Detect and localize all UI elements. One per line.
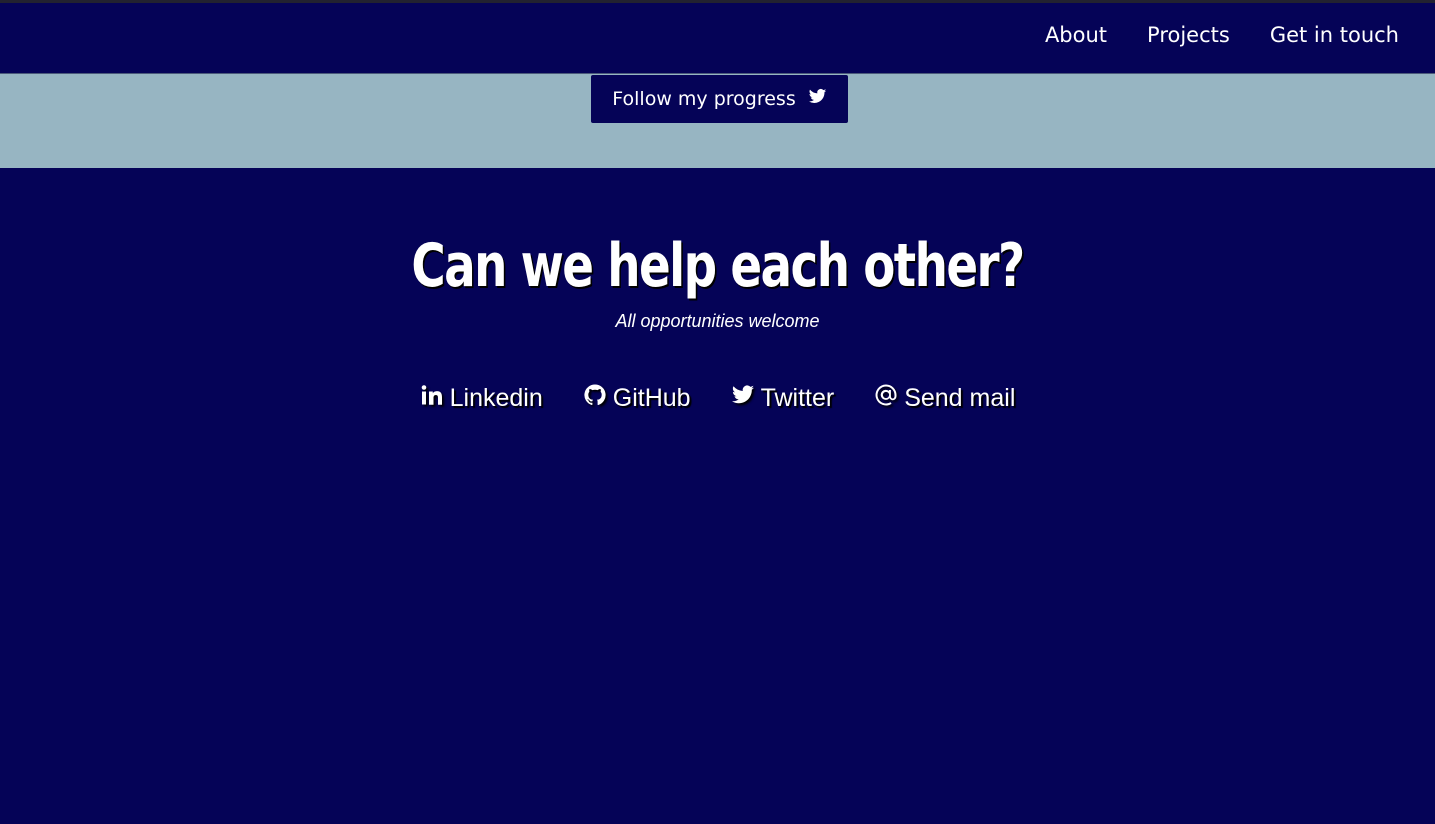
follow-progress-label: Follow my progress <box>612 88 796 110</box>
linkedin-icon <box>420 383 444 414</box>
social-links: Linkedin GitHub Twitter Send mail <box>0 383 1435 414</box>
github-link[interactable]: GitHub <box>583 383 691 414</box>
nav-links: About Projects Get in touch <box>1045 23 1399 47</box>
nav-link-projects[interactable]: Projects <box>1147 23 1230 47</box>
top-navbar: About Projects Get in touch <box>0 3 1435 74</box>
twitter-label: Twitter <box>760 384 835 412</box>
nav-link-get-in-touch[interactable]: Get in touch <box>1270 23 1399 47</box>
github-label: GitHub <box>612 384 691 412</box>
send-mail-link[interactable]: Send mail <box>874 383 1015 414</box>
contact-title: Can we help each other? <box>411 231 1025 301</box>
follow-progress-button[interactable]: Follow my progress <box>591 75 848 123</box>
contact-subtitle: All opportunities welcome <box>615 311 820 331</box>
send-mail-label: Send mail <box>904 384 1016 412</box>
github-icon <box>583 383 607 414</box>
twitter-icon <box>731 383 755 414</box>
twitter-icon <box>808 87 827 111</box>
linkedin-label: Linkedin <box>449 384 543 412</box>
at-sign-icon <box>874 383 898 414</box>
nav-link-about[interactable]: About <box>1045 23 1107 47</box>
linkedin-link[interactable]: Linkedin <box>420 383 543 414</box>
twitter-link[interactable]: Twitter <box>731 383 835 414</box>
